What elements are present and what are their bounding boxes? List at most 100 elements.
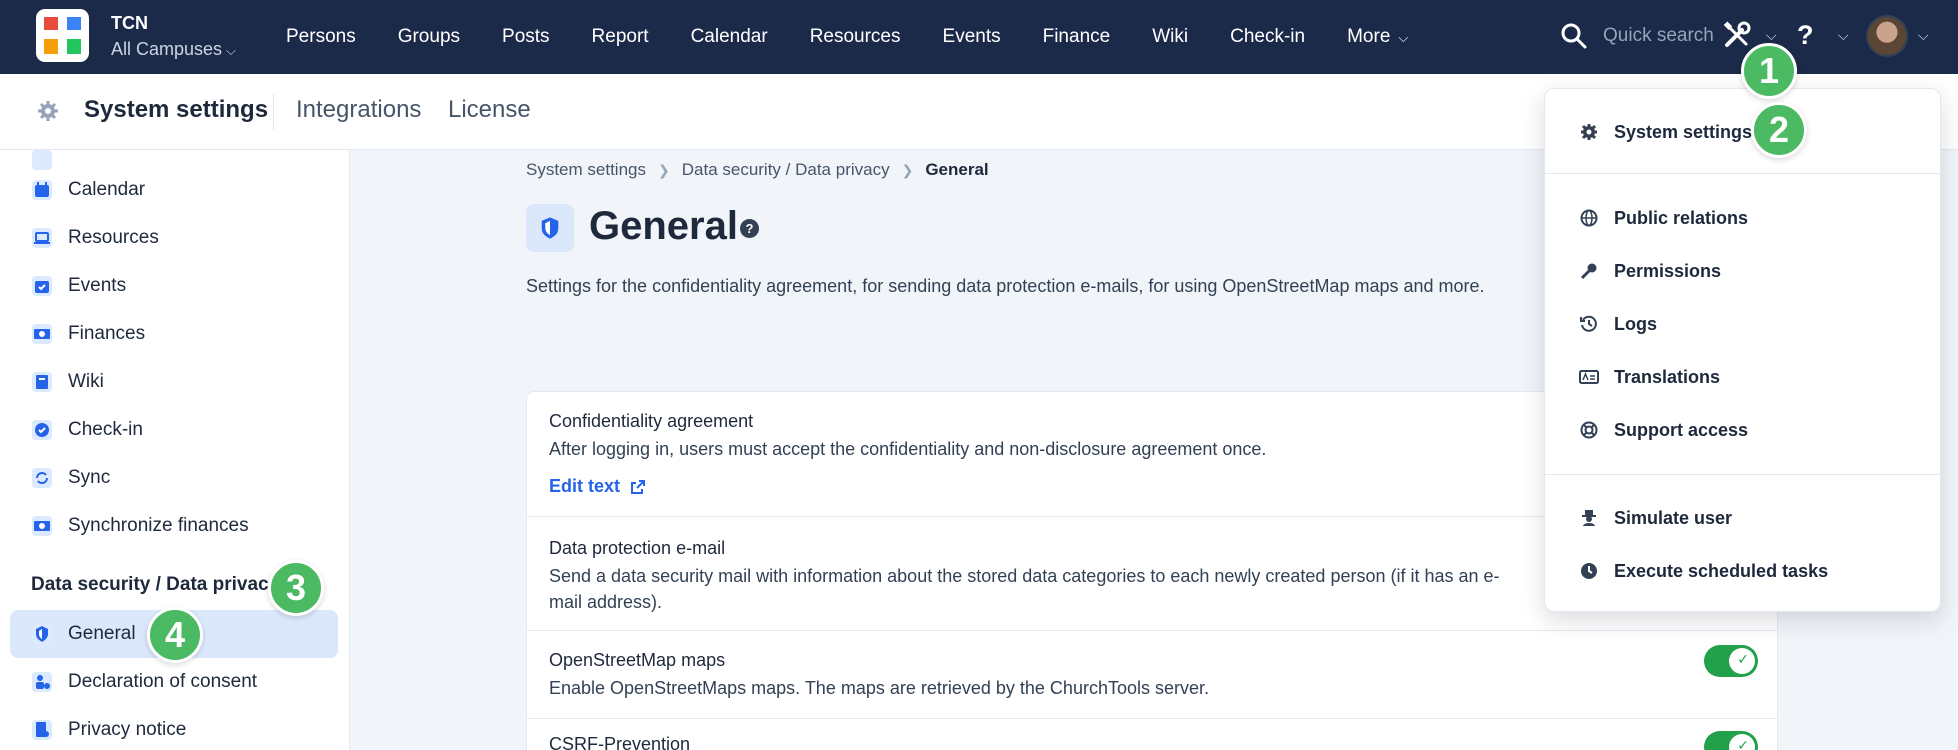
help-icon[interactable]: ?	[740, 219, 759, 238]
search-icon[interactable]	[1560, 22, 1588, 50]
sidebar-item-check-in[interactable]: Check-in	[0, 407, 349, 453]
laptop-icon	[32, 228, 52, 248]
quick-search-input[interactable]: Quick search	[1603, 25, 1714, 47]
step-badge-1: 1	[1741, 43, 1797, 99]
sidebar-item-events[interactable]: Events	[0, 263, 349, 309]
openstreetmap-toggle[interactable]: ✓	[1704, 645, 1758, 677]
check-icon: ✓	[1737, 651, 1749, 667]
sidebar-item-label: Events	[68, 275, 127, 296]
setting-row-openstreetmap: OpenStreetMap maps Enable OpenStreetMaps…	[527, 631, 1777, 719]
menu-item-execute-scheduled-tasks[interactable]: Execute scheduled tasks	[1545, 551, 1942, 591]
sidebar-item-declaration-of-consent[interactable]: Declaration of consent	[0, 659, 349, 705]
menu-item-permissions[interactable]: Permissions	[1545, 251, 1942, 291]
menu-item-system-settings[interactable]: System settings	[1545, 112, 1942, 152]
nav-events[interactable]: Events	[922, 26, 1022, 48]
sidebar-item-label: Resources	[68, 227, 159, 248]
globe-icon	[1580, 209, 1598, 227]
nav-groups[interactable]: Groups	[377, 26, 481, 48]
nav-wiki[interactable]: Wiki	[1131, 26, 1209, 48]
menu-item-translations[interactable]: Translations	[1545, 357, 1942, 397]
chevron-down-icon: ⌵	[226, 43, 236, 58]
breadcrumb: System settings ❯ Data security / Data p…	[526, 160, 989, 180]
menu-item-label: Permissions	[1614, 260, 1722, 281]
step-badge-3: 3	[268, 560, 324, 616]
setting-title: Data protection e-mail	[549, 538, 726, 558]
sidebar-item-finances[interactable]: Finances	[0, 311, 349, 357]
admin-dropdown-menu: System settings Public relations Permiss…	[1544, 88, 1942, 612]
nav-calendar[interactable]: Calendar	[670, 26, 789, 48]
organization-name: TCN	[111, 13, 148, 33]
sidebar-item-label: Sync	[68, 467, 111, 488]
tab-integrations[interactable]: Integrations	[296, 96, 421, 124]
sidebar-item-wiki[interactable]: Wiki	[0, 359, 349, 405]
chevron-down-icon[interactable]: ⌵	[1918, 27, 1929, 44]
check-circle-icon	[32, 420, 52, 440]
page-section-title[interactable]: System settings	[84, 96, 268, 124]
setting-title: OpenStreetMap maps	[549, 650, 726, 670]
check-icon: ✓	[1737, 737, 1749, 750]
page-description: Settings for the confidentiality agreeme…	[526, 276, 1485, 296]
sidebar-item-label: Calendar	[68, 179, 146, 200]
nav-more-label: More	[1347, 26, 1391, 47]
money-icon	[32, 324, 52, 344]
breadcrumb-item[interactable]: System settings	[526, 160, 646, 180]
top-navigation-bar: TCN All Campuses ⌵ Persons Groups Posts R…	[0, 0, 1958, 74]
help-icon[interactable]: ?	[1797, 20, 1814, 51]
step-badge-4: 4	[147, 607, 203, 663]
campus-selector[interactable]: All Campuses ⌵	[111, 39, 236, 60]
divider	[1545, 474, 1942, 475]
setting-row-csrf: CSRF-Prevention ✓	[527, 719, 1777, 750]
chevron-down-icon[interactable]: ⌵	[1766, 27, 1777, 44]
csrf-toggle[interactable]: ✓	[1704, 731, 1758, 750]
menu-item-support-access[interactable]: Support access	[1545, 410, 1942, 450]
book-icon	[32, 372, 52, 392]
menu-item-label: System settings	[1614, 121, 1753, 142]
menu-item-logs[interactable]: Logs	[1545, 304, 1942, 344]
nav-finance[interactable]: Finance	[1022, 26, 1132, 48]
person-check-icon	[32, 672, 52, 692]
sidebar-item-calendar[interactable]: Calendar	[0, 167, 349, 213]
menu-item-label: Logs	[1614, 313, 1657, 334]
chevron-down-icon: ⌵	[1398, 30, 1409, 45]
menu-item-public-relations[interactable]: Public relations	[1545, 198, 1942, 238]
sidebar-section-heading: Data security / Data privacy	[31, 574, 280, 595]
menu-item-label: Public relations	[1614, 207, 1749, 228]
spy-icon	[1582, 510, 1596, 526]
translate-icon	[1579, 370, 1599, 384]
chevron-right-icon: ❯	[901, 161, 914, 178]
gear-icon	[38, 101, 58, 121]
sidebar-item-privacy-notice[interactable]: Privacy notice	[0, 707, 349, 750]
nav-resources[interactable]: Resources	[789, 26, 922, 48]
nav-posts[interactable]: Posts	[481, 26, 571, 48]
chevron-right-icon: ❯	[658, 161, 670, 178]
shield-icon	[32, 624, 52, 644]
menu-item-label: Execute scheduled tasks	[1614, 560, 1829, 581]
calendar-icon	[32, 180, 52, 200]
sidebar-item-label: General	[68, 623, 136, 644]
breadcrumb-item[interactable]: Data security / Data privacy	[682, 160, 890, 180]
edit-text-link[interactable]: Edit text	[549, 476, 646, 497]
nav-more[interactable]: More ⌵	[1326, 26, 1429, 48]
menu-item-label: Translations	[1614, 366, 1721, 387]
organization-switcher[interactable]: TCN All Campuses ⌵	[111, 13, 236, 60]
setting-title: CSRF-Prevention	[549, 734, 691, 750]
sidebar-item-resources[interactable]: Resources	[0, 215, 349, 261]
breadcrumb-current: General	[925, 160, 989, 179]
lifebuoy-icon	[1580, 421, 1598, 439]
menu-item-simulate-user[interactable]: Simulate user	[1545, 498, 1942, 538]
nav-persons[interactable]: Persons	[265, 26, 377, 48]
avatar[interactable]	[1866, 15, 1908, 57]
sidebar-item-synchronize-finances[interactable]: Synchronize finances	[0, 503, 349, 549]
sync-icon	[32, 468, 52, 488]
gear-icon	[1581, 124, 1597, 140]
churchtools-logo[interactable]	[36, 9, 89, 62]
sidebar-item-sync[interactable]: Sync	[0, 455, 349, 501]
tools-icon[interactable]	[1722, 20, 1752, 50]
setting-description: After logging in, users must accept the …	[549, 439, 1267, 459]
chevron-down-icon[interactable]: ⌵	[1838, 27, 1849, 44]
money-sync-icon	[32, 516, 52, 536]
nav-check-in[interactable]: Check-in	[1209, 26, 1326, 48]
nav-report[interactable]: Report	[571, 26, 670, 48]
tab-license[interactable]: License	[448, 96, 531, 124]
key-icon	[1580, 263, 1597, 280]
